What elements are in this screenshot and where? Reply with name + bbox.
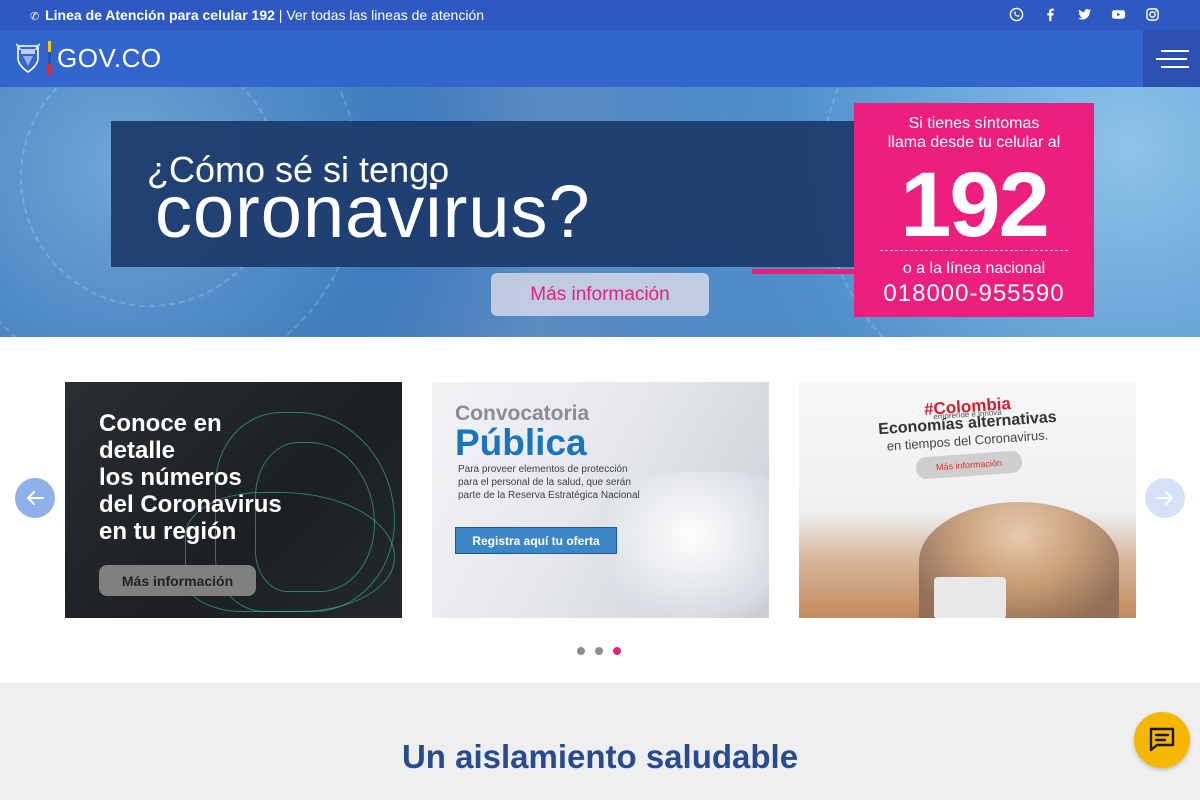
hero-more-info-button[interactable]: Más información (491, 273, 709, 316)
carousel-next-button[interactable] (1145, 478, 1185, 518)
chat-icon (1149, 727, 1175, 752)
instagram-icon[interactable] (1144, 6, 1160, 22)
phone-line-label[interactable]: Linea de Atención para celular 192 (45, 7, 275, 23)
phone-icon: ✆ (30, 11, 40, 23)
whatsapp-icon[interactable] (1008, 6, 1024, 22)
symptom-line2: llama desde tu celular al (887, 134, 1061, 151)
slide2-register-button[interactable]: Registra aquí tu oferta (455, 527, 617, 554)
flag-bar (48, 41, 51, 75)
slide-public-call[interactable]: Convocatoria Pública Para proveer elemen… (432, 382, 769, 618)
chat-button[interactable] (1134, 712, 1190, 768)
contact-info: ✆ Linea de Atención para celular 192 | V… (30, 7, 484, 23)
healthy-isolation-section: Un aislamiento saludable (0, 683, 1200, 800)
facebook-icon[interactable] (1042, 6, 1058, 22)
carousel-dot-1[interactable] (577, 647, 585, 655)
arrow-right-icon (1156, 491, 1173, 505)
section-title: Un aislamiento saludable (401, 738, 799, 775)
hamburger-icon (1160, 49, 1189, 52)
hotline-number: 192 (900, 154, 1050, 256)
govco-logo[interactable]: GOV.CO (14, 41, 162, 75)
slide-coronavirus-numbers[interactable]: Conoce en detalle los números del Corona… (65, 382, 402, 618)
slide3-more-info-button[interactable]: Más información (915, 450, 1023, 480)
slide1-more-info-button[interactable]: Más información (99, 565, 256, 596)
youtube-icon[interactable] (1110, 6, 1126, 22)
hero-question-line2: coronavirus? (155, 170, 591, 253)
logo-text: GOV.CO (57, 42, 162, 73)
slide1-text: Conoce en detalle los números del Corona… (99, 410, 282, 545)
top-bar: ✆ Linea de Atención para celular 192 | V… (0, 0, 1200, 30)
all-lines-link[interactable]: Ver todas las lineas de atención (286, 7, 484, 23)
arrow-left-icon (27, 491, 44, 505)
separator: | (278, 7, 283, 23)
slide-alternative-economies[interactable]: #Colombia emprende e innova Economías al… (799, 382, 1136, 618)
site-header: GOV.CO (0, 30, 1200, 87)
carousel-prev-button[interactable] (15, 478, 55, 518)
slide2-body: Para proveer elementos de protección par… (458, 464, 640, 501)
hero-banner[interactable]: ¿Cómo sé si tengo coronavirus? Más infor… (0, 87, 1200, 337)
carousel-dot-2[interactable] (595, 647, 603, 655)
slide2-title2: Pública (455, 422, 587, 463)
social-links (1008, 6, 1160, 22)
twitter-icon[interactable] (1076, 6, 1092, 22)
laptop-image (934, 577, 1006, 618)
menu-button[interactable] (1143, 30, 1200, 87)
accent-line (752, 269, 856, 274)
news-carousel: Conoce en detalle los números del Corona… (0, 337, 1200, 683)
national-line-label: o a la línea nacional (902, 260, 1046, 277)
divider (880, 250, 1068, 251)
carousel-dot-3[interactable] (613, 647, 621, 655)
symptom-line1: Si tienes síntomas (908, 115, 1040, 132)
national-line-number: 018000-955590 (883, 280, 1065, 307)
carousel-dots (577, 647, 621, 655)
coat-of-arms-icon (15, 43, 41, 73)
hotline-panel: Si tienes síntomas llama desde tu celula… (854, 103, 1094, 317)
